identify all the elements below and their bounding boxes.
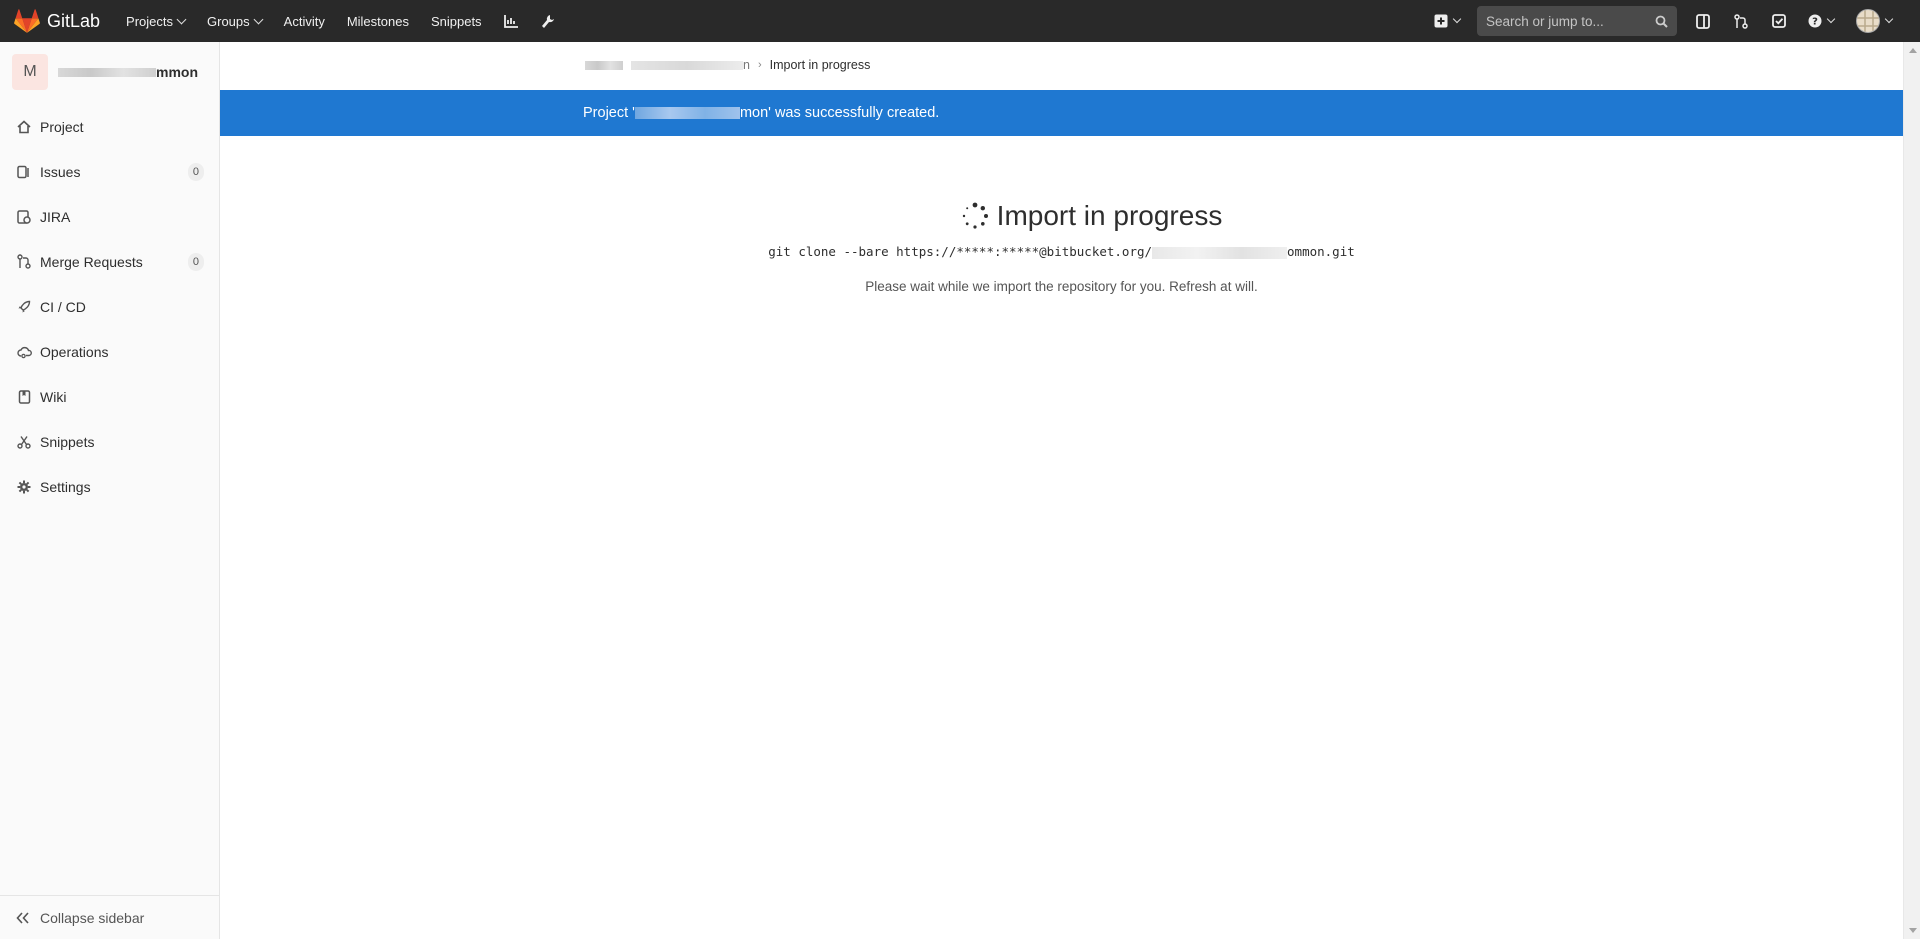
sidebar-item-label: CI / CD xyxy=(40,298,86,315)
cloud-gear-icon xyxy=(16,344,32,360)
plus-square-icon xyxy=(1434,14,1448,28)
merge-requests-count-badge: 0 xyxy=(187,253,204,271)
collapse-sidebar-label: Collapse sidebar xyxy=(40,909,145,926)
chevron-down-icon xyxy=(176,14,187,24)
gitlab-tanuki-icon xyxy=(14,9,40,33)
merge-request-icon[interactable] xyxy=(1734,13,1748,29)
nav-snippets-link[interactable]: Snippets xyxy=(431,14,482,29)
sidebar-item-jira[interactable]: JIRA xyxy=(0,194,219,239)
home-icon xyxy=(16,119,32,135)
sidebar-item-label: Settings xyxy=(40,478,91,495)
sidebar-item-label: Wiki xyxy=(40,388,67,405)
brand-name: GitLab xyxy=(47,10,101,31)
redacted-text xyxy=(1152,246,1288,259)
project-context-header[interactable]: M mmon xyxy=(0,42,219,102)
nav-groups-dropdown[interactable]: Groups xyxy=(207,13,264,29)
nav-milestones-link[interactable]: Milestones xyxy=(347,14,409,29)
book-icon xyxy=(16,389,32,405)
sidebar-item-label: Operations xyxy=(40,343,109,360)
issues-count-badge: 0 xyxy=(187,163,204,181)
jira-icon xyxy=(16,209,32,225)
double-chevron-left-icon xyxy=(16,911,29,924)
sidebar-item-snippets[interactable]: Snippets xyxy=(0,419,219,464)
gear-icon xyxy=(16,479,32,495)
todo-check-icon[interactable] xyxy=(1772,14,1786,28)
clone-command: git clone --bare https://*****:*****@bit… xyxy=(220,244,1903,259)
sidebar-item-wiki[interactable]: Wiki xyxy=(0,374,219,419)
import-status-panel: Import in progress git clone --bare http… xyxy=(220,200,1903,294)
breadcrumb-project-link[interactable] xyxy=(631,60,743,70)
scroll-down-icon[interactable] xyxy=(1909,928,1917,933)
redacted-text xyxy=(58,67,156,77)
sidebar-item-project[interactable]: Project xyxy=(0,104,219,149)
project-name-suffix: mmon xyxy=(156,64,198,80)
issues-icon xyxy=(16,164,32,180)
gitlab-logo-link[interactable]: GitLab xyxy=(14,0,100,42)
redacted-text xyxy=(585,60,623,70)
breadcrumb-current[interactable]: Import in progress xyxy=(770,58,871,72)
search-placeholder: Search or jump to... xyxy=(1486,13,1604,29)
flash-prefix: Project ' xyxy=(583,105,635,121)
breadcrumb: n › Import in progress xyxy=(585,58,870,72)
sidebar-item-label: Project xyxy=(40,118,84,135)
search-input[interactable]: Search or jump to... xyxy=(1477,6,1677,36)
top-navbar: GitLab Projects Groups Activity Mileston… xyxy=(0,0,1920,42)
scissors-icon xyxy=(16,434,32,450)
help-dropdown[interactable]: ? xyxy=(1808,14,1836,28)
chevron-right-icon: › xyxy=(757,59,762,71)
user-menu-dropdown[interactable] xyxy=(1856,9,1894,33)
sidebar-item-issues[interactable]: Issues 0 xyxy=(0,149,219,194)
sidebar-item-label: Merge Requests xyxy=(40,253,143,270)
chevron-down-icon xyxy=(1884,14,1894,24)
chart-icon[interactable] xyxy=(503,14,519,28)
sidebar-item-label: Snippets xyxy=(40,433,95,450)
sidebar-item-settings[interactable]: Settings xyxy=(0,464,219,509)
new-item-dropdown[interactable] xyxy=(1434,14,1462,28)
sidebar-item-merge-requests[interactable]: Merge Requests 0 xyxy=(0,239,219,284)
redacted-text xyxy=(634,107,740,119)
sidebar-item-label: JIRA xyxy=(40,208,71,225)
project-sidebar: M mmon Project Issues 0 JIRA Merge Reque… xyxy=(0,42,220,939)
collapse-sidebar-button[interactable]: Collapse sidebar xyxy=(0,895,219,939)
svg-text:?: ? xyxy=(1812,17,1818,28)
nav-groups-label: Groups xyxy=(207,13,250,29)
breadcrumb-project-suffix[interactable]: n xyxy=(743,58,750,72)
project-avatar: M xyxy=(12,54,48,90)
search-icon xyxy=(1655,15,1668,28)
page-title-text: Import in progress xyxy=(996,200,1223,231)
sidebar-item-ci-cd[interactable]: CI / CD xyxy=(0,284,219,329)
help-icon: ? xyxy=(1808,14,1822,28)
sidebar-item-label: Issues xyxy=(40,163,81,180)
flash-suffix: mon' was successfully created. xyxy=(739,105,940,121)
wrench-icon[interactable] xyxy=(541,14,555,29)
page-scrollbar[interactable] xyxy=(1903,42,1920,939)
nav-projects-label: Projects xyxy=(126,13,174,29)
sidebar-item-operations[interactable]: Operations xyxy=(0,329,219,374)
clone-command-prefix: git clone --bare https://*****:*****@bit… xyxy=(768,244,1153,259)
nav-activity-link[interactable]: Activity xyxy=(284,14,325,29)
page-title: Import in progress xyxy=(280,200,1903,232)
user-avatar xyxy=(1856,9,1880,33)
rocket-icon xyxy=(16,299,32,315)
chevron-down-icon xyxy=(1826,14,1836,24)
project-name: mmon xyxy=(58,64,198,80)
spinner-icon xyxy=(962,202,988,229)
merge-request-icon xyxy=(16,254,32,270)
sidebar-panel-icon[interactable] xyxy=(1696,13,1710,29)
clone-command-suffix: ommon.git xyxy=(1287,244,1355,259)
flash-notice: Project ' mon' was successfully created. xyxy=(220,90,1903,136)
nav-projects-dropdown[interactable]: Projects xyxy=(126,13,187,29)
wait-message: Please wait while we import the reposito… xyxy=(865,279,1258,294)
chevron-down-icon xyxy=(1452,14,1462,24)
chevron-down-icon xyxy=(253,14,264,24)
scroll-up-icon[interactable] xyxy=(1909,48,1917,53)
